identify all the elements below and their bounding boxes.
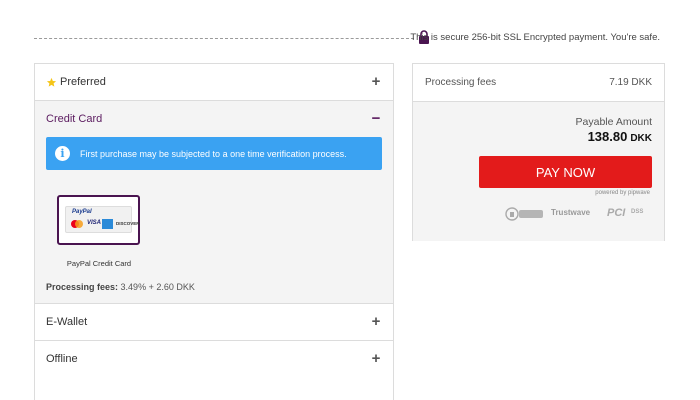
payable-section: Payable Amount 138.80 DKK PAY NOW powered… xyxy=(413,102,664,241)
card-fees-value: 3.49% + 2.60 DKK xyxy=(120,282,195,292)
card-logos-image: PayPal VISA DISCOVER xyxy=(65,206,140,233)
method-offline: Offline + xyxy=(35,341,393,377)
verification-info-box: i First purchase may be subjected to a o… xyxy=(46,137,382,170)
info-icon: i xyxy=(55,146,70,161)
payable-amount-value: 138.80 xyxy=(587,129,628,144)
preferred-header[interactable]: Preferred + xyxy=(35,64,393,100)
paypal-logo: PayPal xyxy=(72,209,92,215)
payable-currency: DKK xyxy=(630,133,652,144)
dotted-divider xyxy=(34,38,414,39)
offline-label: Offline xyxy=(46,353,78,365)
star-icon xyxy=(46,77,57,87)
processing-fees-label: Processing fees xyxy=(425,77,497,88)
powered-by-text: powered by pipwave xyxy=(595,190,650,196)
payment-summary-panel: Processing fees 7.19 DKK Payable Amount … xyxy=(412,63,665,241)
secure-notice: This is secure 256-bit SSL Encrypted pay… xyxy=(34,30,666,46)
payable-amount-label: Payable Amount xyxy=(575,116,652,128)
secure-text: This is secure 256-bit SSL Encrypted pay… xyxy=(410,32,660,43)
expand-plus-icon[interactable]: + xyxy=(371,314,381,329)
method-preferred: Preferred + xyxy=(35,64,393,101)
card-fees-label: Processing fees: xyxy=(46,282,119,292)
pci-badge-text: PCI xyxy=(607,207,626,219)
security-badges: Trustwave PCI DSS xyxy=(505,205,651,223)
visa-logo: VISA xyxy=(87,220,102,226)
credit-card-label: Credit Card xyxy=(46,113,103,125)
processing-fees-row: Processing fees 7.19 DKK xyxy=(413,64,664,102)
payable-amount: 138.80 DKK xyxy=(588,129,652,144)
processing-fees-value: 7.19 DKK xyxy=(609,77,652,88)
credit-card-body: i First purchase may be subjected to a o… xyxy=(35,137,393,303)
ewallet-header[interactable]: E-Wallet + xyxy=(35,304,393,340)
offline-header[interactable]: Offline + xyxy=(35,341,393,377)
pay-now-button[interactable]: PAY NOW xyxy=(479,156,652,188)
dss-badge-text: DSS xyxy=(631,209,644,215)
trustwave-badge: Trustwave xyxy=(551,208,590,217)
pci-dss-badge: PCI DSS xyxy=(605,205,651,223)
card-processing-fees: Processing fees: 3.49% + 2.60 DKK xyxy=(46,282,195,292)
discover-logo: DISCOVER xyxy=(116,221,140,226)
payment-methods-panel: Preferred + Credit Card − i First purcha… xyxy=(34,63,394,400)
mastercard-logo-icon xyxy=(71,220,83,228)
trustwave-badge-text: Trustwave xyxy=(551,208,591,217)
collapse-minus-icon[interactable]: − xyxy=(371,111,381,126)
expand-plus-icon[interactable]: + xyxy=(371,74,381,89)
verification-info-text: First purchase may be subjected to a one… xyxy=(80,148,347,159)
secure-seal-badge-icon xyxy=(505,207,543,221)
preferred-label: Preferred xyxy=(60,76,106,88)
amex-logo-icon xyxy=(102,219,113,229)
method-ewallet: E-Wallet + xyxy=(35,304,393,341)
credit-card-header[interactable]: Credit Card − xyxy=(35,101,393,137)
method-credit-card: Credit Card − i First purchase may be su… xyxy=(35,101,393,304)
card-option-caption: PayPal Credit Card xyxy=(66,259,132,268)
paypal-credit-card-option[interactable]: PayPal VISA DISCOVER xyxy=(57,195,140,245)
ewallet-label: E-Wallet xyxy=(46,316,88,328)
expand-plus-icon[interactable]: + xyxy=(371,351,381,366)
